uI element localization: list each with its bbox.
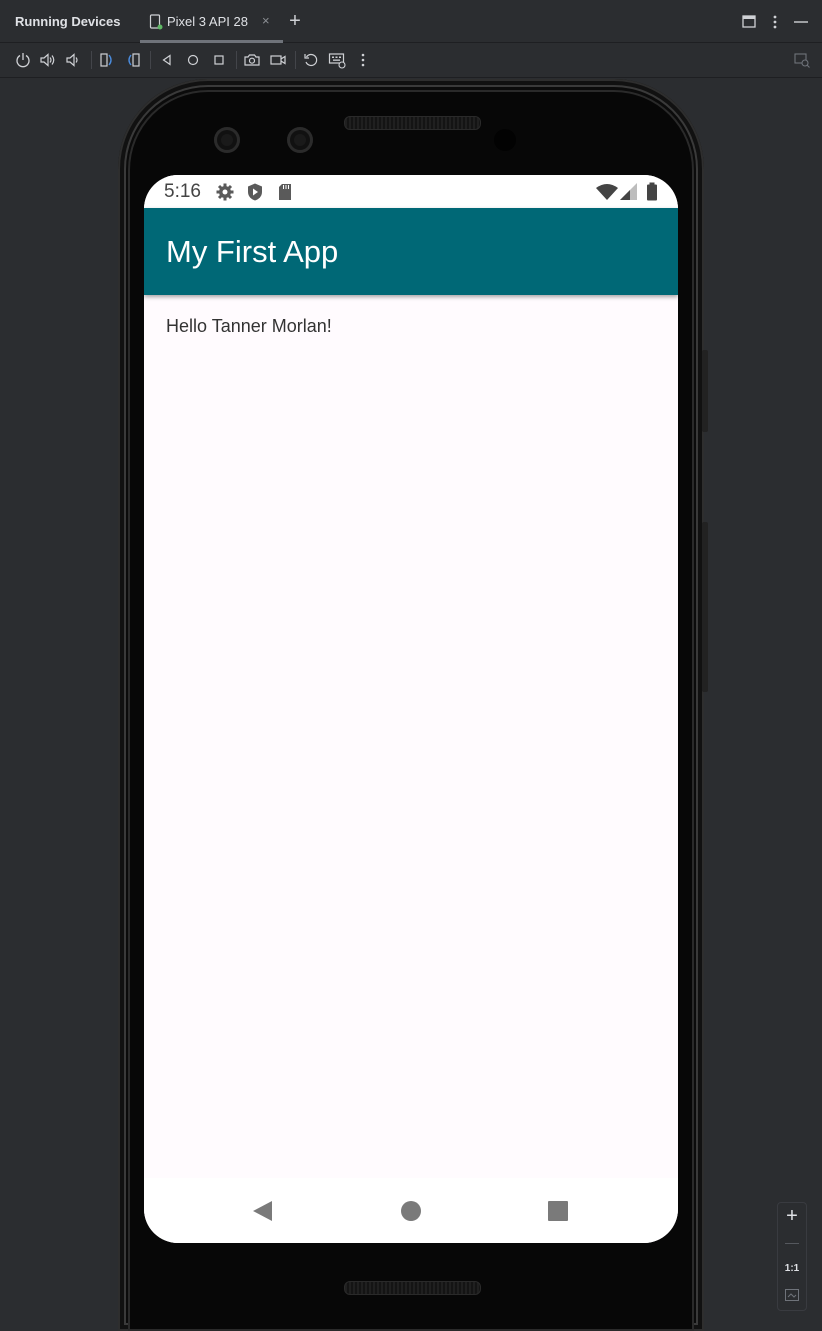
device-icon xyxy=(149,14,163,30)
more-options-icon[interactable] xyxy=(766,12,784,32)
nav-back-icon[interactable] xyxy=(251,1199,275,1223)
nav-home-icon[interactable] xyxy=(399,1199,423,1223)
home-icon[interactable] xyxy=(184,51,202,69)
status-time: 5:16 xyxy=(164,181,201,202)
navigation-bar xyxy=(144,1178,678,1243)
device-tab-label: Pixel 3 API 28 xyxy=(167,14,248,29)
status-bar: 5:16 xyxy=(144,175,678,208)
actual-size-button[interactable]: 1:1 xyxy=(778,1263,806,1274)
front-camera-icon xyxy=(214,127,240,153)
play-protect-icon xyxy=(248,183,262,201)
greeting-text: Hello Tanner Morlan! xyxy=(166,316,332,336)
app-title: My First App xyxy=(166,234,339,269)
front-camera-icon xyxy=(287,127,313,153)
device-tab[interactable]: Pixel 3 API 28 × xyxy=(140,0,283,43)
toolbar-separator xyxy=(91,51,92,69)
keyboard-icon[interactable] xyxy=(328,51,346,69)
reset-icon[interactable] xyxy=(302,51,320,69)
tool-window-title: Running Devices xyxy=(15,14,121,29)
zoom-out-button[interactable] xyxy=(785,1243,799,1244)
earpiece-speaker xyxy=(344,116,481,130)
rotate-left-icon[interactable] xyxy=(98,51,116,69)
zoom-in-button[interactable]: + xyxy=(778,1205,806,1228)
device-toolbar xyxy=(0,43,822,78)
close-icon[interactable]: × xyxy=(262,13,270,28)
fit-screen-icon[interactable] xyxy=(785,1289,799,1301)
window-layout-icon[interactable] xyxy=(740,12,758,32)
battery-icon xyxy=(647,182,657,201)
toolbar-separator xyxy=(295,51,296,69)
toolbar-separator xyxy=(150,51,151,69)
volume-down-icon[interactable] xyxy=(64,51,82,69)
proximity-sensor xyxy=(494,129,516,151)
tool-window-header: Running Devices Pixel 3 API 28 × + xyxy=(0,0,822,43)
zoom-controls: + 1:1 xyxy=(777,1202,807,1311)
bottom-speaker xyxy=(344,1281,481,1295)
settings-gear-icon xyxy=(216,183,234,201)
overview-icon[interactable] xyxy=(210,51,228,69)
cell-signal-icon xyxy=(620,183,637,200)
display-options-icon[interactable] xyxy=(793,51,811,69)
screenshot-icon[interactable] xyxy=(243,51,261,69)
minimize-icon[interactable] xyxy=(792,12,810,32)
device-volume-button[interactable] xyxy=(702,522,708,692)
toolbar-separator xyxy=(236,51,237,69)
rotate-right-icon[interactable] xyxy=(124,51,142,69)
device-power-button[interactable] xyxy=(702,350,708,432)
wifi-icon xyxy=(596,184,618,200)
volume-up-icon[interactable] xyxy=(39,51,57,69)
sd-card-icon xyxy=(279,184,291,200)
add-tab-button[interactable]: + xyxy=(286,10,304,32)
more-icon[interactable] xyxy=(354,51,372,69)
app-bar: My First App xyxy=(144,208,678,295)
power-icon[interactable] xyxy=(14,51,32,69)
nav-overview-icon[interactable] xyxy=(546,1199,570,1223)
back-icon[interactable] xyxy=(158,51,176,69)
device-screen[interactable]: 5:16 My First App Hello Tanner Morlan! xyxy=(144,175,678,1243)
screen-record-icon[interactable] xyxy=(269,51,287,69)
